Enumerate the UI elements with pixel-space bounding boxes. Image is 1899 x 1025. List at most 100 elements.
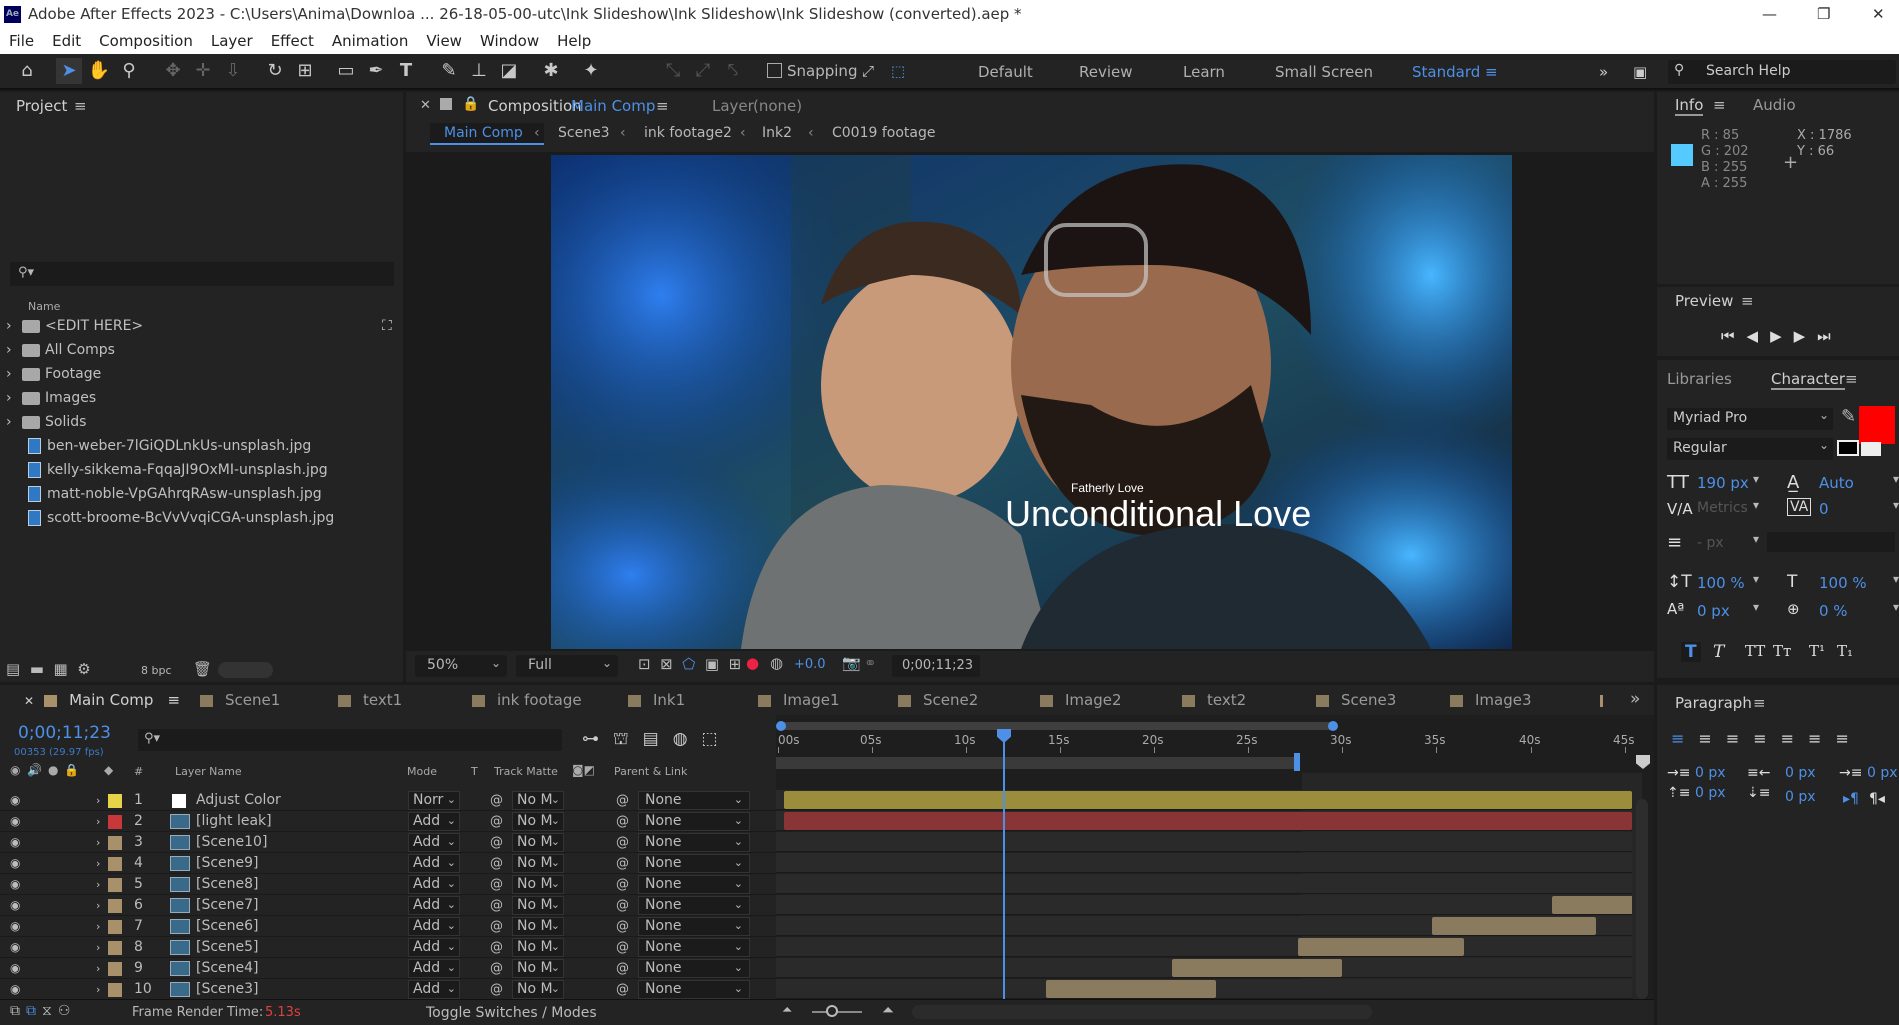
timeline-tab[interactable]: Scene1 — [200, 691, 280, 709]
timeline-current-time[interactable]: 0;00;11;23 — [18, 723, 111, 743]
layer-duration-bar[interactable] — [1298, 938, 1464, 956]
eye-icon[interactable]: ◉ — [10, 958, 20, 979]
horizontal-scrollbar[interactable] — [912, 1005, 1372, 1019]
parent-dropdown[interactable]: None ⌄ — [638, 875, 750, 894]
font-size-value[interactable]: 190 px — [1697, 474, 1749, 492]
parent-dropdown[interactable]: None ⌄ — [638, 980, 750, 999]
layer-row[interactable]: ◉ › 2 [light leak] Add ⌄ @ No M ⌄ @ None ⌄ — [0, 811, 776, 832]
menu-view[interactable]: View — [426, 32, 462, 50]
label-color-swatch[interactable] — [108, 899, 122, 913]
spiral-link-icon[interactable]: @ — [490, 979, 503, 1000]
libraries-tab[interactable]: Libraries — [1667, 370, 1732, 388]
layer-name[interactable]: [Scene6] — [196, 916, 259, 937]
chevron-down-icon[interactable]: ▾ — [1753, 472, 1759, 486]
close-tab-icon[interactable]: ✕ — [420, 98, 431, 113]
expand-layer-icon[interactable]: › — [96, 874, 100, 895]
expand-layer-icon[interactable]: › — [96, 853, 100, 874]
lock-switch-icon[interactable]: 🔒 — [64, 763, 79, 777]
graph-editor-icon[interactable]: ⬚ — [702, 729, 732, 749]
label-color-swatch[interactable] — [108, 794, 122, 808]
workspace-default[interactable]: Default — [978, 63, 1033, 81]
composition-viewer[interactable]: Fatherly Love Unconditional Love — [551, 155, 1512, 649]
breadcrumb-ink2[interactable]: Ink2 — [762, 125, 792, 141]
align-center-icon[interactable]: ≡ — [1698, 729, 1725, 748]
play-icon[interactable]: ▶ — [1770, 327, 1794, 345]
workspace-review[interactable]: Review — [1079, 63, 1133, 81]
blend-mode-dropdown[interactable]: Norr ⌄ — [408, 791, 460, 810]
project-settings-icon[interactable]: ⚙ — [77, 660, 90, 678]
pen-tool-icon[interactable]: ✒ — [363, 58, 389, 84]
faux-italic-icon[interactable]: T — [1713, 642, 1724, 662]
subscript-icon[interactable]: T₁ — [1837, 642, 1853, 660]
fast-preview-icon[interactable]: ⊡ — [638, 655, 651, 673]
new-composition-icon[interactable]: ▦ — [53, 660, 67, 678]
expand-layer-icon[interactable]: › — [96, 937, 100, 958]
mode-column-header[interactable]: Mode — [407, 765, 437, 778]
interpret-footage-icon[interactable]: ▤ — [6, 660, 20, 678]
project-panel-title[interactable]: Project — [16, 97, 67, 115]
paragraph-menu-icon[interactable]: ≡ — [1753, 694, 1766, 712]
current-time-display[interactable]: 0;00;11;23 — [892, 655, 980, 677]
menu-window[interactable]: Window — [480, 32, 539, 50]
preserve-transparency-column-header[interactable]: T — [471, 765, 478, 778]
panel-menu-icon[interactable]: ≡ — [74, 97, 87, 115]
more-workspaces-icon[interactable]: » — [1599, 63, 1608, 81]
blend-mode-dropdown[interactable]: Add ⌄ — [408, 917, 460, 936]
menu-layer[interactable]: Layer — [211, 32, 253, 50]
layer-row[interactable]: ◉ › 1 Adjust Color Norr ⌄ @ No M ⌄ @ None ⌄ — [0, 790, 776, 811]
show-snapshot-icon[interactable]: ⚭ — [864, 654, 877, 672]
justify-left-icon[interactable]: ≡ — [1753, 729, 1780, 748]
minimize-button[interactable]: — — [1762, 0, 1777, 29]
paragraph-title[interactable]: Paragraph — [1675, 694, 1752, 712]
expand-layer-icon[interactable]: › — [96, 832, 100, 853]
new-folder-icon[interactable]: ▬ — [30, 660, 44, 678]
track-matte-dropdown[interactable]: No M ⌄ — [512, 938, 564, 957]
layer-search-input[interactable]: ⚲▾ — [138, 729, 562, 751]
eye-icon[interactable]: ◉ — [10, 853, 20, 874]
layer-name[interactable]: [Scene3] — [196, 979, 259, 1000]
superscript-icon[interactable]: T¹ — [1809, 642, 1825, 660]
zoom-in-icon[interactable]: ⏶ — [882, 1001, 894, 1019]
left-to-right-icon[interactable]: ▸¶ — [1843, 791, 1859, 807]
layer-name-column-header[interactable]: Layer Name — [175, 765, 242, 778]
zoom-out-icon[interactable]: ⏶ — [782, 1003, 792, 1018]
layer-row[interactable]: ◉ › 8 [Scene5] Add ⌄ @ No M ⌄ @ None ⌄ — [0, 937, 776, 958]
pick-whip-icon[interactable]: @ — [616, 832, 629, 853]
menu-edit[interactable]: Edit — [52, 32, 81, 50]
eye-icon[interactable]: ◉ — [10, 979, 20, 1000]
transparency-grid-icon[interactable]: ⊠ — [660, 655, 673, 673]
preview-title[interactable]: Preview — [1675, 292, 1733, 310]
eraser-tool-icon[interactable]: ◪ — [496, 58, 522, 84]
snapping-checkbox[interactable] — [767, 63, 782, 78]
timeline-tab[interactable]: Scene3 — [1316, 691, 1396, 709]
spiral-link-icon[interactable]: @ — [490, 937, 503, 958]
color-management-icon[interactable]: ◍ — [770, 654, 783, 672]
snapshot-icon[interactable]: 📷 — [842, 654, 861, 672]
blend-mode-dropdown[interactable]: Add ⌄ — [408, 980, 460, 999]
parent-dropdown[interactable]: None ⌄ — [638, 938, 750, 957]
right-to-left-icon[interactable]: ¶◂ — [1869, 791, 1885, 807]
parent-dropdown[interactable]: None ⌄ — [638, 833, 750, 852]
comp-menu-icon[interactable]: ≡ — [656, 97, 669, 115]
pan-tool-icon[interactable]: ✛ — [190, 58, 216, 84]
navigator-end-handle[interactable] — [1328, 721, 1338, 731]
layer-duration-bar[interactable] — [1172, 959, 1342, 977]
timeline-tab[interactable]: Image1 — [758, 691, 840, 709]
layer-name[interactable]: [Scene9] — [196, 853, 259, 874]
audio-switch-icon[interactable]: 🔊 — [27, 763, 42, 777]
next-frame-icon[interactable]: ▶ — [1794, 327, 1818, 345]
chevron-down-icon[interactable]: ▾ — [1753, 600, 1759, 614]
chevron-down-icon[interactable]: ▾ — [1893, 600, 1899, 614]
eye-icon[interactable]: ◉ — [10, 790, 20, 811]
track-matte-dropdown[interactable]: No M ⌄ — [512, 854, 564, 873]
expand-layer-icon[interactable]: › — [96, 895, 100, 916]
justify-all-icon[interactable]: ≡ — [1835, 729, 1862, 748]
spiral-link-icon[interactable]: @ — [490, 874, 503, 895]
region-of-interest-icon[interactable]: ▣ — [705, 655, 719, 673]
eye-icon[interactable]: ◉ — [10, 895, 20, 916]
stroke-type-dropdown[interactable] — [1767, 532, 1895, 552]
local-axis-icon[interactable]: ⤡ — [660, 58, 686, 84]
justify-right-icon[interactable]: ≡ — [1808, 729, 1835, 748]
project-folder-footage[interactable]: › Footage — [6, 362, 396, 386]
transfer-controls-icon[interactable]: ⧉ — [26, 1003, 42, 1019]
